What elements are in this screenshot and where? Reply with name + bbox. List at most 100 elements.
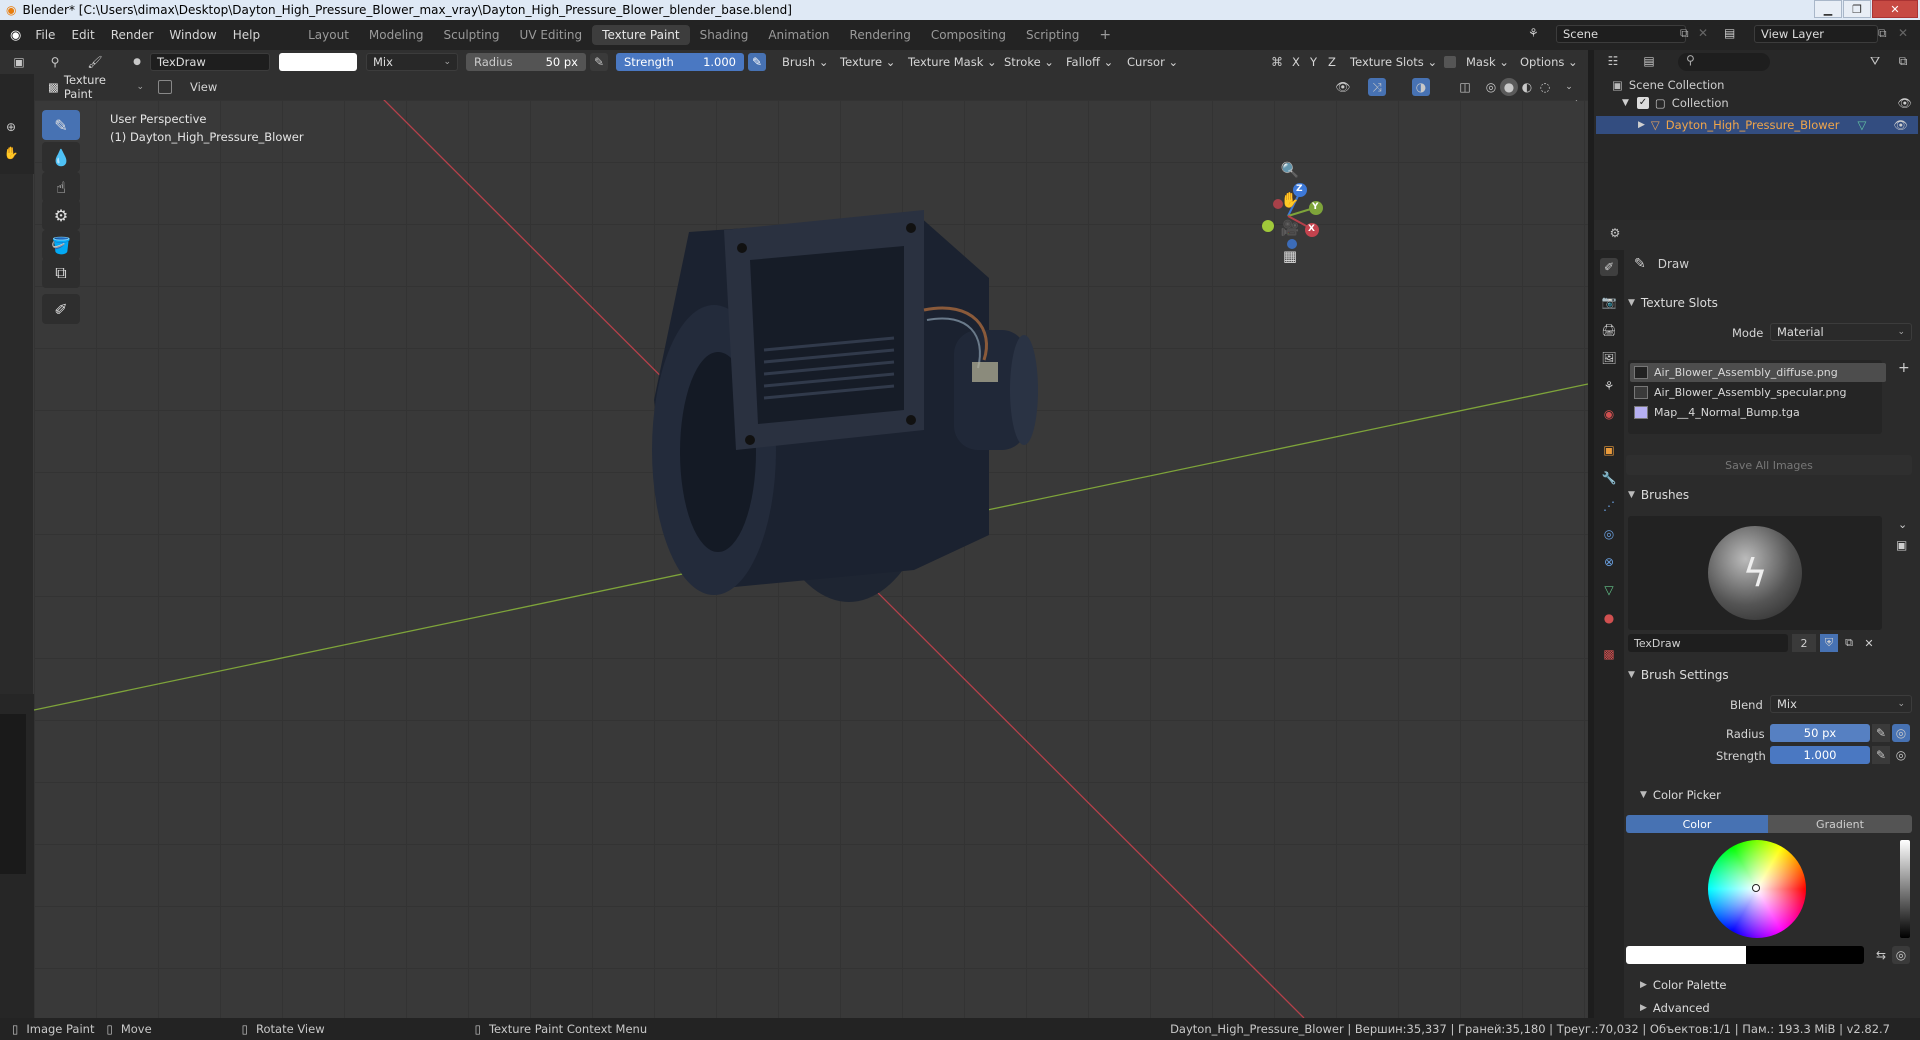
tab-sculpting[interactable]: Sculpting xyxy=(434,25,510,45)
texture-mask-menu[interactable]: Texture Mask ⌄ xyxy=(908,55,997,69)
eye-icon[interactable]: 👁 xyxy=(1897,96,1912,110)
filter-icon[interactable]: ⛛ xyxy=(1866,52,1884,70)
tab-shading[interactable]: Shading xyxy=(690,25,759,45)
strength-pressure-icon[interactable]: ✎ xyxy=(748,53,766,71)
mode-dropdown[interactable]: Material ⌄ xyxy=(1770,323,1912,341)
mesh-data-tab-icon[interactable]: ▽ xyxy=(1600,581,1618,599)
blender-menu-icon[interactable]: ◉ xyxy=(10,28,21,43)
shading-wireframe-icon[interactable]: ◎ xyxy=(1482,78,1500,96)
blend-dropdown[interactable]: Mix ⌄ xyxy=(1770,695,1912,713)
color-swatch-primary[interactable] xyxy=(1626,946,1746,964)
render-properties-tab-icon[interactable]: 📷 xyxy=(1600,293,1618,311)
radius-pressure-icon[interactable]: ✎ xyxy=(1872,724,1890,742)
brush-list-expand-icon[interactable]: ⌄ xyxy=(1898,518,1907,531)
menu-render[interactable]: Render xyxy=(103,28,162,42)
tab-rendering[interactable]: Rendering xyxy=(840,25,921,45)
outliner-editor-type-icon[interactable]: ☷ xyxy=(1604,52,1622,70)
tab-uv-editing[interactable]: UV Editing xyxy=(510,25,593,45)
particles-tab-icon[interactable]: ⋰ xyxy=(1600,497,1618,515)
mirror-x-toggle[interactable]: X xyxy=(1292,55,1300,69)
color-palette-subpanel[interactable]: ▶ Color Palette xyxy=(1636,974,1920,996)
texture-slot-normal[interactable]: Map__4_Normal_Bump.tga xyxy=(1630,403,1886,422)
new-collection-icon[interactable]: ⧉ xyxy=(1894,52,1912,70)
shading-material-icon[interactable]: ◐ xyxy=(1518,78,1536,96)
overlays-toggle-icon[interactable]: ◑ xyxy=(1412,78,1430,96)
brush-menu[interactable]: Brush ⌄ xyxy=(782,55,828,69)
brush-name-field[interactable]: TexDraw xyxy=(1628,634,1788,652)
tab-scripting[interactable]: Scripting xyxy=(1016,25,1089,45)
properties-editor-type-icon[interactable]: ⚙ xyxy=(1606,224,1624,242)
new-scene-icon[interactable]: ⧉ xyxy=(1680,26,1689,41)
brush-thumbnail-toggle-icon[interactable]: ▣ xyxy=(1896,538,1907,552)
3d-viewport[interactable]: Z Y X User Perspective (1) Dayton_High_P… xyxy=(34,100,1588,1018)
blower-model[interactable] xyxy=(652,210,1038,602)
brush-settings-section[interactable]: ▼ Brush Settings xyxy=(1624,664,1918,686)
strength-property-slider[interactable]: 1.000 xyxy=(1770,746,1870,764)
zoom-icon[interactable]: 🔍 xyxy=(1276,156,1304,184)
brush-browse-icon[interactable]: ● xyxy=(128,53,146,71)
duplicate-brush-icon[interactable]: ⧉ xyxy=(1840,634,1858,652)
brush-color-swatch[interactable] xyxy=(279,53,357,71)
object-properties-tab-icon[interactable]: ▣ xyxy=(1600,441,1618,459)
menu-file[interactable]: File xyxy=(27,28,63,42)
physics-tab-icon[interactable]: ◎ xyxy=(1600,525,1618,543)
value-slider[interactable] xyxy=(1900,840,1910,938)
ortho-grid-icon[interactable]: ▦ xyxy=(1276,242,1304,270)
strength-pressure-icon[interactable]: ✎ xyxy=(1872,746,1890,764)
mask-checkbox[interactable] xyxy=(1444,56,1456,68)
texture-slot-specular[interactable]: Air_Blower_Assembly_specular.png xyxy=(1630,383,1886,402)
brush-preview[interactable]: ϟ xyxy=(1628,516,1882,630)
collapse-arrow-icon[interactable]: ▼ xyxy=(1622,98,1629,108)
world-properties-tab-icon[interactable]: ◉ xyxy=(1600,405,1618,423)
expand-arrow-icon[interactable]: ▶ xyxy=(1638,120,1645,130)
material-tab-icon[interactable]: ● xyxy=(1600,609,1618,627)
outliner-search-input[interactable]: ⚲ xyxy=(1678,53,1770,71)
fill-tool[interactable]: 🪣 xyxy=(42,230,80,260)
radius-slider[interactable]: Radius 50 px xyxy=(466,53,586,71)
editor-type-icon[interactable]: ▣ xyxy=(10,53,28,71)
texture-tab-icon[interactable]: ▩ xyxy=(1600,645,1618,663)
minimize-button[interactable]: ▁ xyxy=(1814,0,1842,18)
mode-dropdown[interactable]: ▩ Texture Paint ⌄ xyxy=(42,73,150,101)
texture-slots-popover[interactable]: Texture Slots ⌄ xyxy=(1350,55,1437,69)
smear-tool[interactable]: ☝ xyxy=(42,172,80,202)
menu-help[interactable]: Help xyxy=(225,28,268,42)
texture-slots-section[interactable]: ▼ Texture Slots xyxy=(1624,292,1918,314)
strength-slider[interactable]: Strength 1.000 xyxy=(616,53,744,71)
brush-name-field[interactable]: TexDraw xyxy=(150,53,270,71)
add-workspace-icon[interactable]: + xyxy=(1089,24,1121,46)
scene-icon[interactable]: ⚘ xyxy=(1528,26,1539,40)
tab-compositing[interactable]: Compositing xyxy=(921,25,1016,45)
paint-mask-toggle[interactable] xyxy=(158,80,172,94)
shading-options-icon[interactable]: ⌄ xyxy=(1560,78,1578,96)
annotate-tool[interactable]: ✐ xyxy=(42,294,80,324)
radius-property-slider[interactable]: 50 px xyxy=(1770,724,1870,742)
tab-layout[interactable]: Layout xyxy=(298,25,359,45)
outliner-row-object[interactable]: ▶ ▽ Dayton_High_Pressure_Blower ▽ 👁 xyxy=(1596,116,1918,134)
color-picker-subpanel[interactable]: ▼ Color Picker xyxy=(1636,784,1920,806)
cursor-menu[interactable]: Cursor ⌄ xyxy=(1127,55,1178,69)
falloff-menu[interactable]: Falloff ⌄ xyxy=(1066,55,1113,69)
tab-animation[interactable]: Animation xyxy=(758,25,839,45)
add-texture-slot-icon[interactable]: + xyxy=(1898,360,1910,376)
delete-scene-icon[interactable]: ✕ xyxy=(1698,26,1708,40)
menu-edit[interactable]: Edit xyxy=(63,28,102,42)
radius-pressure-icon[interactable]: ✎ xyxy=(590,53,608,71)
mirror-y-toggle[interactable]: Y xyxy=(1310,55,1317,69)
blend-mode-dropdown[interactable]: Mix ⌄ xyxy=(366,53,458,71)
hand-icon[interactable]: ✋ xyxy=(2,144,20,162)
tab-modeling[interactable]: Modeling xyxy=(359,25,434,45)
sidebar-toggle-arrow[interactable]: ‹ xyxy=(1574,100,1578,105)
mirror-z-toggle[interactable]: Z xyxy=(1328,55,1336,69)
brushes-section[interactable]: ▼ Brushes xyxy=(1624,484,1918,506)
view-layer-tab-icon[interactable]: 🖼 xyxy=(1600,349,1618,367)
view-menu[interactable]: View xyxy=(190,80,217,94)
soften-tool[interactable]: 💧 xyxy=(42,142,80,172)
tab-texture-paint[interactable]: Texture Paint xyxy=(592,25,690,45)
advanced-subpanel[interactable]: ▶ Advanced xyxy=(1636,997,1920,1019)
view-layer-selector[interactable]: View Layer xyxy=(1754,25,1878,43)
unified-color-icon[interactable]: ◎ xyxy=(1892,946,1910,964)
view-layer-icon[interactable]: ▤ xyxy=(1724,26,1735,40)
save-all-images-button[interactable]: Save All Images xyxy=(1626,455,1912,475)
draw-tool[interactable]: ✎ xyxy=(42,110,80,140)
